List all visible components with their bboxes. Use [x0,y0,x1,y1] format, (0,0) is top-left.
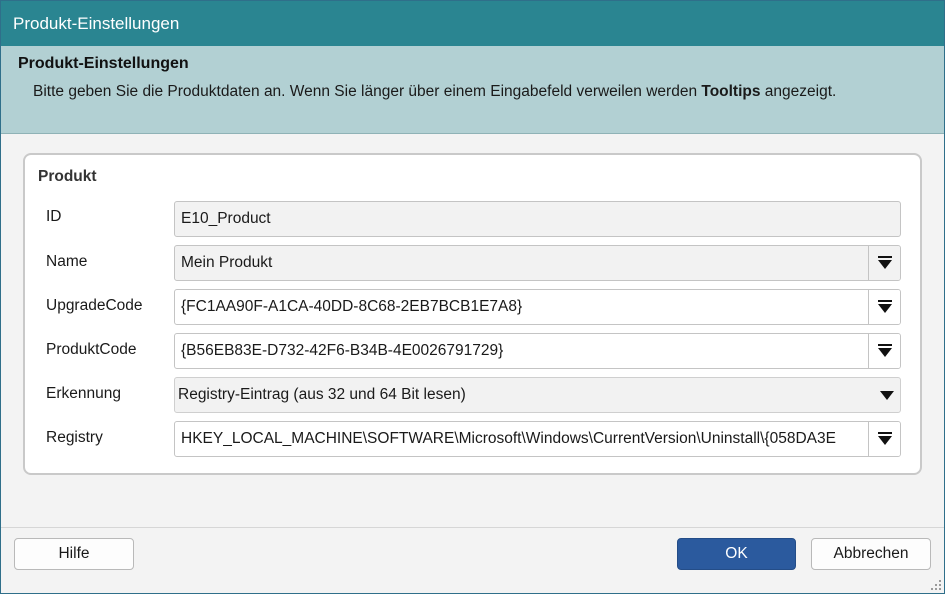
name-dropdown-button[interactable] [868,246,900,280]
dialog-content: Produkt ID E10_Product Name Mein Produkt… [1,135,944,527]
ok-button[interactable]: OK [677,538,796,570]
erkennung-select[interactable]: Registry-Eintrag (aus 32 und 64 Bit lese… [174,377,901,413]
resize-grip-icon[interactable] [931,580,941,590]
upgrade-code-field[interactable]: {FC1AA90F-A1CA-40DD-8C68-2EB7BCB1E7A8} [174,289,901,325]
chevron-down-icon [880,391,894,400]
upgrade-code-dropdown-button[interactable] [868,290,900,324]
upgrade-code-value: {FC1AA90F-A1CA-40DD-8C68-2EB7BCB1E7A8} [181,298,523,315]
erkennung-value: Registry-Eintrag (aus 32 und 64 Bit lese… [178,386,466,403]
dialog-header: Produkt-Einstellungen Bitte geben Sie di… [1,46,944,134]
id-value: E10_Product [181,210,271,227]
window-title: Produkt-Einstellungen [13,14,180,33]
header-desc-text: Bitte geben Sie die Produktdaten an. Wen… [33,83,702,100]
product-group-box: Produkt ID E10_Product Name Mein Produkt… [23,153,922,475]
header-description: Bitte geben Sie die Produktdaten an. Wen… [33,83,836,101]
help-button[interactable]: Hilfe [14,538,134,570]
name-label: Name [46,253,88,270]
group-title: Produkt [38,168,97,185]
registry-field[interactable]: HKEY_LOCAL_MACHINE\SOFTWARE\Microsoft\Wi… [174,421,901,457]
header-desc-tail: angezeigt. [760,83,837,100]
name-value: Mein Produkt [181,254,273,271]
produkt-code-dropdown-button[interactable] [868,334,900,368]
upgrade-code-label: UpgradeCode [46,297,143,314]
registry-label: Registry [46,429,103,446]
registry-value: HKEY_LOCAL_MACHINE\SOFTWARE\Microsoft\Wi… [181,430,836,447]
cancel-button[interactable]: Abbrechen [811,538,931,570]
dialog-window: Produkt-Einstellungen Produkt-Einstellun… [0,0,945,594]
produkt-code-label: ProduktCode [46,341,137,358]
produkt-code-value: {B56EB83E-D732-42F6-B34B-4E0026791729} [181,342,504,359]
name-field[interactable]: Mein Produkt [174,245,901,281]
id-label: ID [46,208,62,225]
erkennung-label: Erkennung [46,385,121,402]
header-title: Produkt-Einstellungen [18,55,189,72]
dialog-footer: Hilfe OK Abbrechen [1,527,944,593]
header-desc-bold: Tooltips [701,83,761,100]
id-field: E10_Product [174,201,901,237]
title-bar[interactable]: Produkt-Einstellungen [1,1,944,46]
registry-dropdown-button[interactable] [868,422,900,456]
produkt-code-field[interactable]: {B56EB83E-D732-42F6-B34B-4E0026791729} [174,333,901,369]
